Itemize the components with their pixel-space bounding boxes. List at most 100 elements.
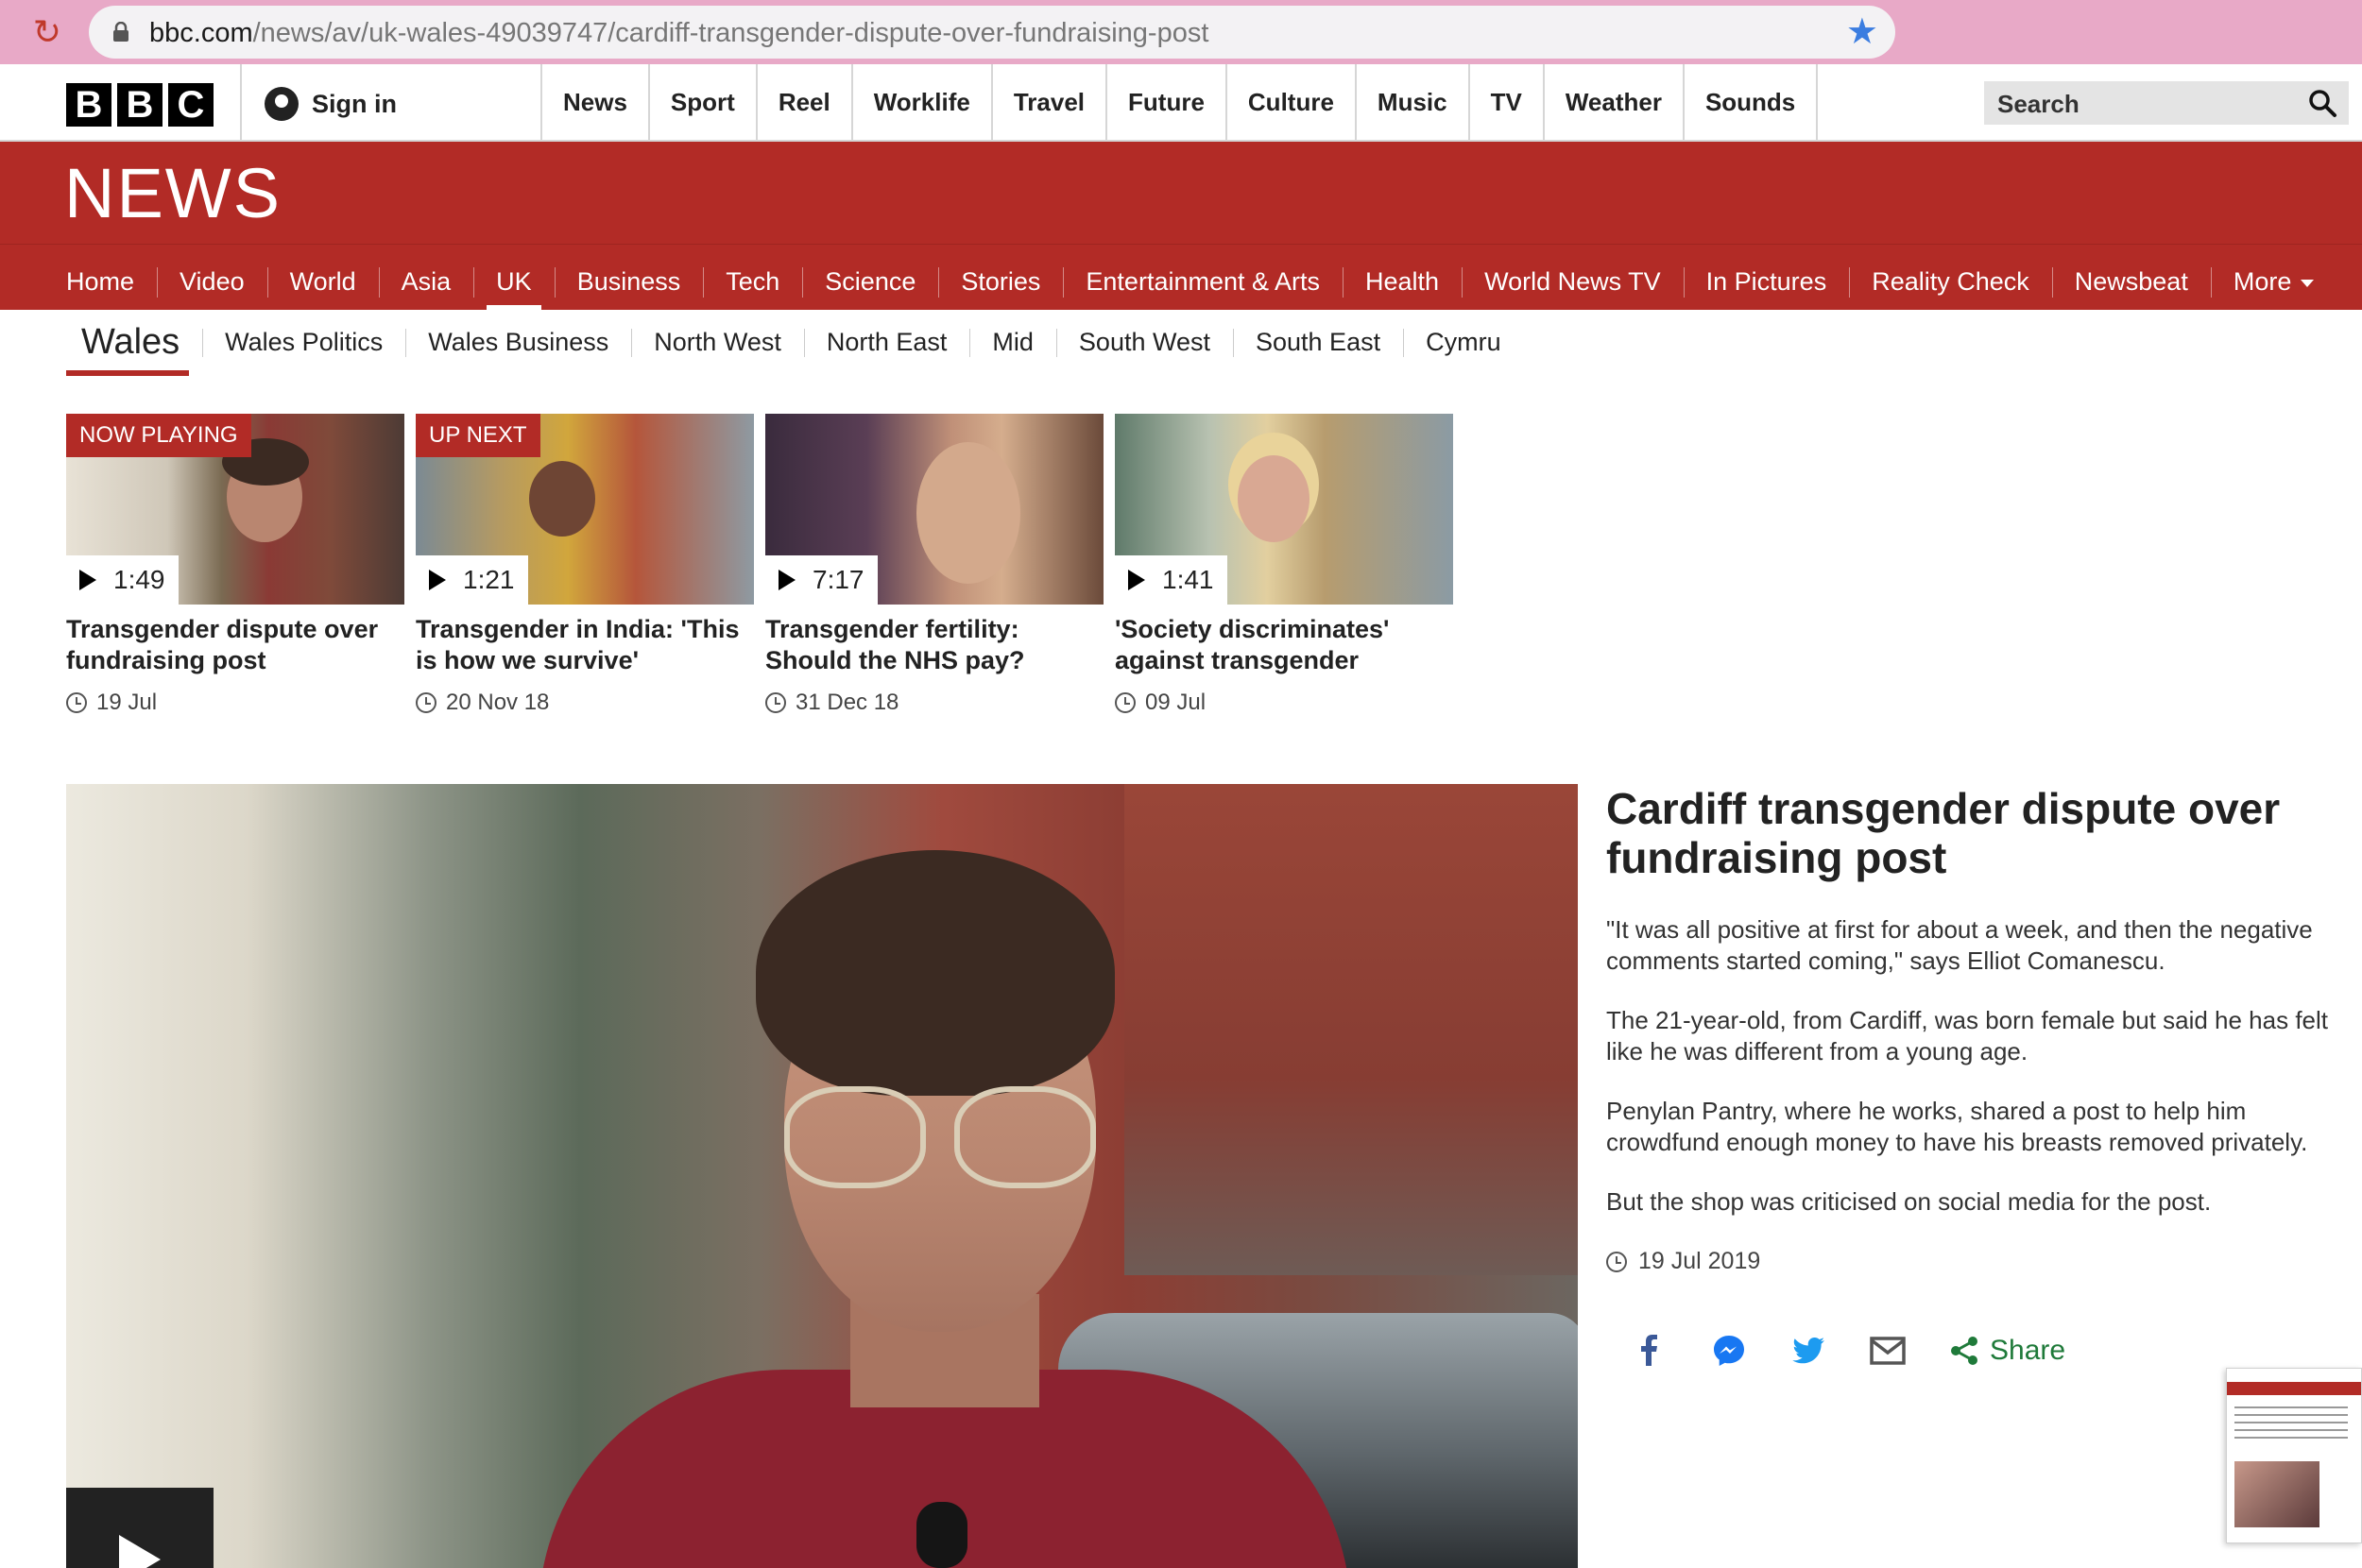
article-date: 19 Jul 2019 bbox=[1606, 1248, 2353, 1275]
duration-text: 7:17 bbox=[813, 565, 864, 594]
video-player[interactable] bbox=[66, 784, 1578, 1568]
video-card[interactable]: 1:41 'Society discriminates' against tra… bbox=[1115, 414, 1453, 716]
video-subject-hair bbox=[756, 850, 1115, 1096]
url-path: /news/av/uk-wales-49039747/cardiff-trans… bbox=[252, 18, 1209, 48]
news-banner: NEWS bbox=[0, 142, 2362, 244]
video-title[interactable]: 'Society discriminates' against transgen… bbox=[1115, 614, 1453, 676]
duration-badge: 1:21 bbox=[416, 555, 528, 605]
messenger-icon[interactable] bbox=[1710, 1332, 1748, 1370]
news-nav-world-news-tv[interactable]: World News TV bbox=[1462, 245, 1684, 311]
wales-subnav: Wales Wales Politics Wales Business Nort… bbox=[66, 314, 1524, 376]
bbc-logo[interactable]: B B C bbox=[66, 83, 214, 127]
subnav-mid[interactable]: Mid bbox=[969, 314, 1056, 370]
clock-icon bbox=[416, 692, 436, 713]
global-nav-sounds[interactable]: Sounds bbox=[1685, 64, 1819, 140]
video-card[interactable]: UP NEXT 1:21 Transgender in India: 'This… bbox=[416, 414, 754, 716]
address-bar[interactable]: bbc.com/news/av/uk-wales-49039747/cardif… bbox=[89, 6, 1895, 59]
news-nav-health[interactable]: Health bbox=[1343, 245, 1462, 311]
subnav-wales-business[interactable]: Wales Business bbox=[405, 314, 631, 370]
bbc-global-header: B B C Sign in News Sport Reel Worklife T… bbox=[0, 64, 2362, 142]
global-nav-future[interactable]: Future bbox=[1107, 64, 1227, 140]
subnav-north-east[interactable]: North East bbox=[803, 314, 970, 370]
global-nav-sport[interactable]: Sport bbox=[650, 64, 758, 140]
duration-text: 1:41 bbox=[1162, 565, 1214, 594]
news-logo[interactable]: NEWS bbox=[64, 157, 282, 230]
play-icon bbox=[779, 570, 796, 590]
preview-header bbox=[2227, 1382, 2361, 1395]
search-placeholder: Search bbox=[1997, 90, 2080, 118]
subnav-wales-politics[interactable]: Wales Politics bbox=[202, 314, 405, 370]
glasses-lens bbox=[784, 1086, 926, 1188]
reload-icon[interactable]: ↻ bbox=[28, 13, 66, 51]
video-date-text: 09 Jul bbox=[1145, 690, 1207, 715]
global-nav-music[interactable]: Music bbox=[1357, 64, 1470, 140]
subnav-cymru[interactable]: Cymru bbox=[1403, 314, 1524, 370]
video-title[interactable]: Transgender fertility: Should the NHS pa… bbox=[765, 614, 1104, 676]
news-nav-uk[interactable]: UK bbox=[473, 245, 555, 311]
global-nav-worklife[interactable]: Worklife bbox=[853, 64, 993, 140]
video-thumbnail[interactable]: UP NEXT 1:21 bbox=[416, 414, 754, 605]
subnav-wales[interactable]: Wales bbox=[66, 314, 202, 376]
share-button[interactable]: Share bbox=[1948, 1335, 2065, 1367]
subnav-south-west[interactable]: South West bbox=[1055, 314, 1233, 370]
email-icon[interactable] bbox=[1869, 1332, 1907, 1370]
search-input[interactable]: Search bbox=[1984, 81, 2349, 125]
play-icon bbox=[429, 570, 446, 590]
video-card[interactable]: NOW PLAYING 1:49 Transgender dispute ove… bbox=[66, 414, 404, 716]
duration-text: 1:49 bbox=[113, 565, 165, 594]
subnav-south-east[interactable]: South East bbox=[1233, 314, 1403, 370]
video-subject-glasses bbox=[765, 1086, 1124, 1190]
play-icon bbox=[1128, 570, 1145, 590]
video-thumbnail[interactable]: 7:17 bbox=[765, 414, 1104, 605]
global-nav-tv[interactable]: TV bbox=[1470, 64, 1545, 140]
global-nav-reel[interactable]: Reel bbox=[758, 64, 853, 140]
news-nav-asia[interactable]: Asia bbox=[378, 245, 474, 311]
news-nav-stories[interactable]: Stories bbox=[938, 245, 1063, 311]
article-paragraph: "It was all positive at first for about … bbox=[1606, 915, 2313, 975]
news-nav-more[interactable]: More bbox=[2210, 245, 2337, 311]
video-title[interactable]: Transgender dispute over fundraising pos… bbox=[66, 614, 404, 676]
play-icon bbox=[119, 1535, 161, 1568]
lock-icon bbox=[113, 22, 128, 42]
clock-icon bbox=[1606, 1251, 1627, 1272]
article-paragraph: Penylan Pantry, where he works, shared a… bbox=[1606, 1097, 2308, 1156]
video-card[interactable]: 7:17 Transgender fertility: Should the N… bbox=[765, 414, 1104, 716]
screenshot-preview-thumbnail[interactable] bbox=[2226, 1368, 2362, 1543]
video-thumbnail[interactable]: 1:41 bbox=[1115, 414, 1453, 605]
news-nav-business[interactable]: Business bbox=[554, 245, 704, 311]
play-icon bbox=[79, 570, 96, 590]
subnav-north-west[interactable]: North West bbox=[631, 314, 804, 370]
news-nav-reality-check[interactable]: Reality Check bbox=[1849, 245, 2052, 311]
bookmark-star-icon[interactable]: ★ bbox=[1846, 13, 1878, 51]
article-paragraph: But the shop was criticised on social me… bbox=[1606, 1187, 2212, 1216]
news-nav-tech[interactable]: Tech bbox=[703, 245, 802, 311]
sign-in-label: Sign in bbox=[312, 89, 397, 118]
news-nav-in-pictures[interactable]: In Pictures bbox=[1683, 245, 1850, 311]
preview-image bbox=[2234, 1461, 2319, 1527]
video-playlist: NOW PLAYING 1:49 Transgender dispute ove… bbox=[66, 414, 1453, 716]
chevron-down-icon bbox=[2301, 279, 2315, 287]
video-subject-microphone bbox=[916, 1502, 967, 1568]
news-nav-science[interactable]: Science bbox=[802, 245, 938, 311]
logo-letter: B bbox=[66, 83, 111, 127]
news-nav-newsbeat[interactable]: Newsbeat bbox=[2051, 245, 2211, 311]
news-nav-entertainment[interactable]: Entertainment & Arts bbox=[1063, 245, 1343, 311]
url-domain: bbc.com bbox=[149, 18, 253, 48]
play-button[interactable] bbox=[66, 1488, 214, 1568]
article-title: Cardiff transgender dispute over fundrai… bbox=[1606, 784, 2281, 882]
global-nav-weather[interactable]: Weather bbox=[1545, 64, 1685, 140]
video-title[interactable]: Transgender in India: 'This is how we su… bbox=[416, 614, 754, 676]
news-nav-home[interactable]: Home bbox=[43, 245, 157, 311]
global-nav-travel[interactable]: Travel bbox=[993, 64, 1108, 140]
video-background-wall bbox=[1124, 784, 1578, 1275]
news-nav-world[interactable]: World bbox=[266, 245, 379, 311]
twitter-icon[interactable] bbox=[1789, 1332, 1827, 1370]
facebook-icon[interactable] bbox=[1631, 1332, 1669, 1370]
global-nav-news[interactable]: News bbox=[542, 64, 650, 140]
preview-text-lines bbox=[2234, 1406, 2348, 1444]
sign-in-link[interactable]: Sign in bbox=[265, 83, 397, 125]
video-thumbnail[interactable]: NOW PLAYING 1:49 bbox=[66, 414, 404, 605]
search-icon[interactable] bbox=[2307, 88, 2337, 118]
news-nav-video[interactable]: Video bbox=[157, 245, 267, 311]
global-nav-culture[interactable]: Culture bbox=[1227, 64, 1357, 140]
